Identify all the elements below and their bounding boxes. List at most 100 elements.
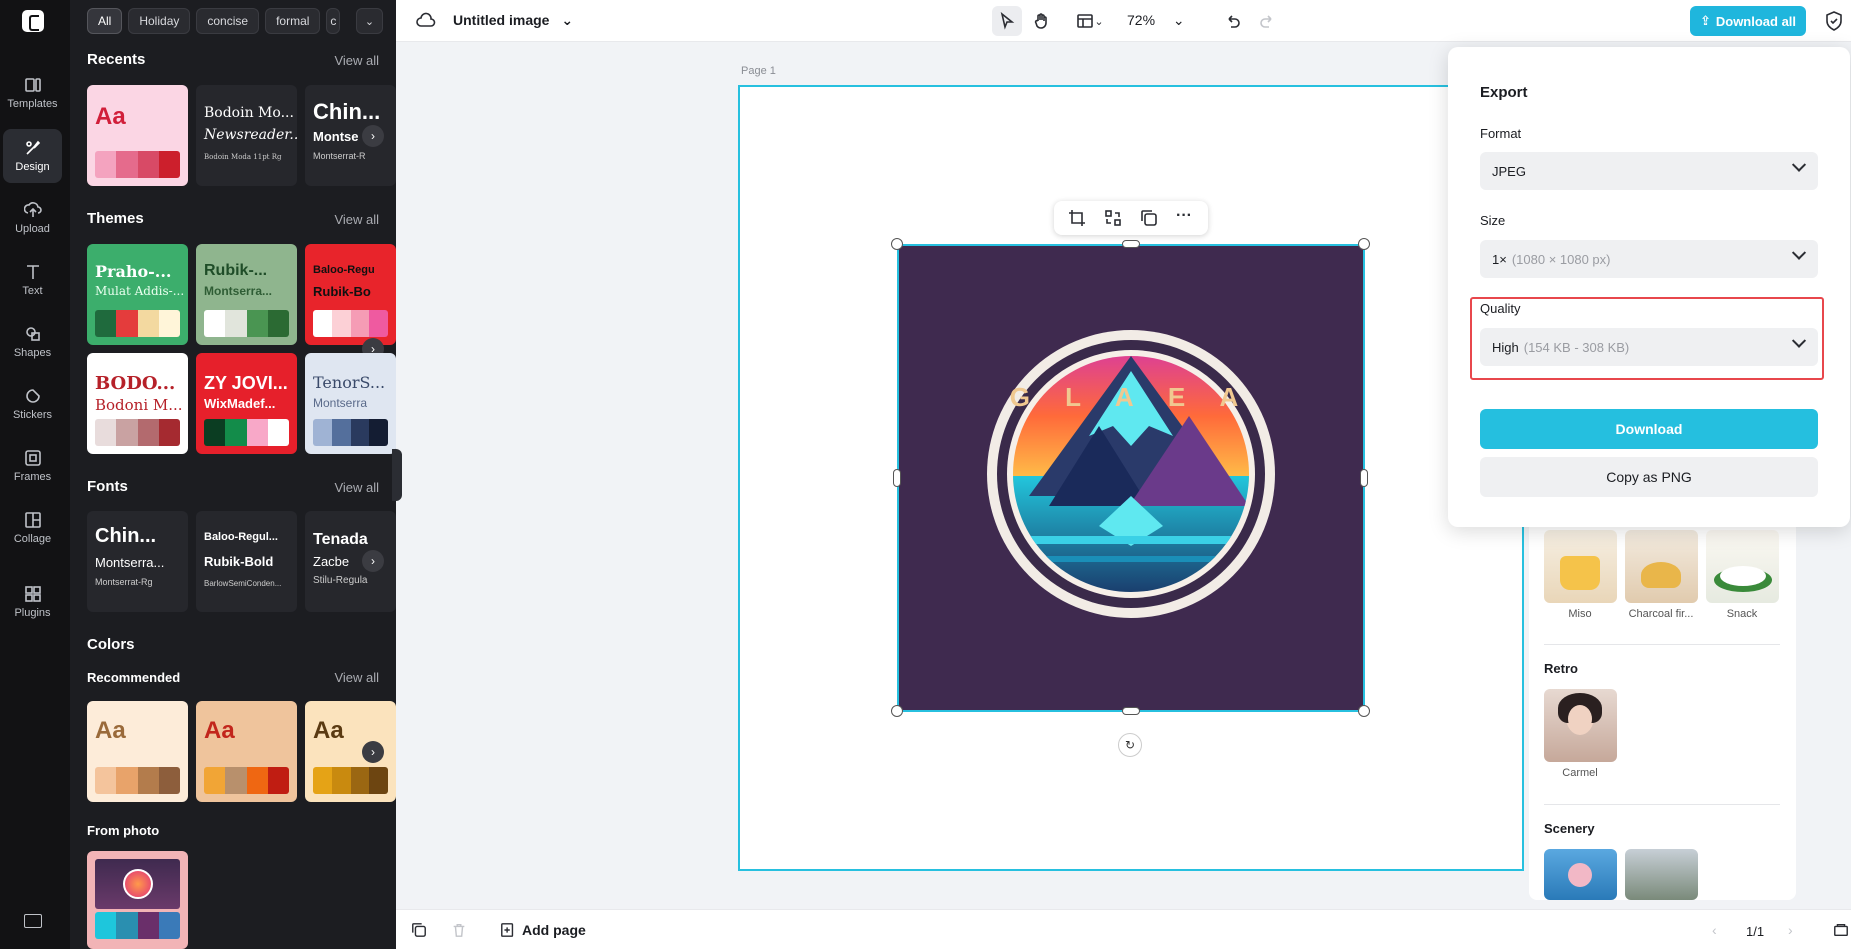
theme-card-4[interactable]: BODO... Bodoni M... — [87, 353, 188, 454]
card-line-1: BODO... — [95, 373, 176, 394]
rail-item-templates[interactable]: Templates — [3, 66, 62, 120]
chip-holiday[interactable]: Holiday — [128, 8, 191, 34]
style-thumb-scenery-1[interactable] — [1544, 849, 1617, 900]
replace-icon[interactable] — [1104, 209, 1122, 227]
colors-view-all[interactable]: View all — [334, 670, 379, 685]
download-button[interactable]: Download — [1480, 409, 1818, 449]
color-card-1[interactable]: Aa — [87, 701, 188, 802]
style-thumb-miso[interactable] — [1544, 530, 1617, 603]
resize-handle-br[interactable] — [1358, 705, 1370, 717]
rail-item-frames[interactable]: Frames — [3, 439, 62, 493]
resize-handle-bottom[interactable] — [1122, 707, 1140, 715]
hand-tool[interactable] — [1027, 6, 1057, 36]
undo-button[interactable] — [1218, 6, 1248, 36]
resize-handle-bl[interactable] — [891, 705, 903, 717]
app-logo[interactable] — [22, 10, 44, 32]
resize-handle-top[interactable] — [1122, 240, 1140, 248]
fonts-title: Fonts — [87, 478, 128, 495]
color-swatches — [204, 419, 289, 446]
rail-item-stickers[interactable]: Stickers — [3, 377, 62, 431]
zoom-level[interactable]: 72% ⌄ — [1127, 12, 1185, 29]
rail-item-collage[interactable]: Collage — [3, 501, 62, 555]
page-label: Page 1 — [741, 65, 776, 77]
font-card-1[interactable]: Chin... Montserra... Montserrat-Rg — [87, 511, 188, 612]
resize-handle-tl[interactable] — [891, 238, 903, 250]
shield-icon[interactable] — [1825, 11, 1843, 31]
rail-item-shapes[interactable]: Shapes — [3, 315, 62, 369]
keyboard-icon[interactable] — [24, 914, 42, 928]
themes-view-all[interactable]: View all — [334, 212, 379, 227]
font-card-2[interactable]: Baloo-Regul... Rubik-Bold BarlowSemiCond… — [196, 511, 297, 612]
chip-more-partial[interactable]: c — [326, 8, 341, 34]
recents-view-all[interactable]: View all — [334, 53, 379, 68]
more-icon[interactable]: ··· — [1176, 208, 1194, 227]
copy-as-png-button[interactable]: Copy as PNG — [1480, 457, 1818, 497]
resize-handle-tr[interactable] — [1358, 238, 1370, 250]
theme-card-3[interactable]: Baloo-Regu Rubik-Bo — [305, 244, 396, 345]
redo-button[interactable] — [1252, 6, 1282, 36]
chevron-right-icon[interactable]: › — [1788, 922, 1793, 938]
card-line-1: Bodoin Mo... — [204, 105, 294, 121]
size-label: Size — [1480, 213, 1506, 228]
chevron-right-icon[interactable]: › — [362, 125, 384, 147]
style-thumb-carmel[interactable] — [1544, 689, 1617, 762]
color-card-2[interactable]: Aa — [196, 701, 297, 802]
recommended-title: Recommended — [87, 670, 181, 685]
style-thumb-snack[interactable] — [1706, 530, 1779, 603]
rail-item-design[interactable]: Design — [3, 129, 62, 183]
document-title[interactable]: Untitled image ⌄ — [453, 12, 573, 29]
logo-image[interactable]: G L A E A — [897, 244, 1365, 712]
rail-item-upload[interactable]: Upload — [3, 191, 62, 245]
chevron-left-icon[interactable]: ‹ — [1712, 922, 1717, 938]
color-swatches — [95, 912, 180, 939]
resize-handle-left[interactable] — [893, 469, 901, 487]
theme-card-2[interactable]: Rubik-... Montserra... — [196, 244, 297, 345]
color-swatches — [95, 151, 180, 178]
style-thumb-scenery-2[interactable] — [1625, 849, 1698, 900]
chevron-right-icon[interactable]: › — [362, 550, 384, 572]
card-line-2: Bodoni M... — [95, 396, 183, 414]
rotate-icon[interactable]: ↻ — [1118, 733, 1142, 757]
size-select[interactable]: 1× (1080 × 1080 px) — [1480, 240, 1818, 278]
color-swatches — [204, 767, 289, 794]
card-big-text: Aa — [95, 103, 126, 130]
theme-card-5[interactable]: ZY JOVI... WixMadef... — [196, 353, 297, 454]
theme-card-6[interactable]: TenorS... Montserra — [305, 353, 396, 454]
trash-icon[interactable] — [451, 922, 467, 938]
colors-title: Colors — [87, 636, 135, 653]
style-thumb-charcoal[interactable] — [1625, 530, 1698, 603]
download-all-button[interactable]: ⇪ Download all — [1690, 6, 1806, 36]
panel-collapse-handle[interactable] — [392, 449, 402, 501]
crop-icon[interactable] — [1068, 209, 1086, 227]
chevron-down-icon — [1791, 333, 1807, 348]
card-line-1: Chin... — [313, 99, 381, 124]
chip-all[interactable]: All — [87, 8, 123, 34]
chevron-right-icon[interactable]: › — [362, 741, 384, 763]
from-photo-card[interactable] — [87, 851, 188, 949]
quality-label: Quality — [1480, 301, 1521, 316]
pages-icon[interactable] — [1833, 922, 1849, 938]
recent-card-2[interactable]: Bodoin Mo... Newsreader... Bodoin Moda 1… — [196, 85, 297, 186]
redo-icon — [1260, 15, 1272, 28]
styles-panel: Miso Charcoal fir... Snack Retro Carmel … — [1529, 520, 1796, 900]
duplicate-icon[interactable] — [1140, 209, 1158, 227]
fonts-view-all[interactable]: View all — [334, 480, 379, 495]
hand-icon — [1034, 13, 1047, 29]
resize-handle-right[interactable] — [1360, 469, 1368, 487]
duplicate-page-icon[interactable] — [411, 922, 427, 938]
rail-item-plugins[interactable]: Plugins — [3, 575, 62, 629]
quality-select[interactable]: High (154 KB - 308 KB) — [1480, 328, 1818, 366]
recent-card-1[interactable]: Aa — [87, 85, 188, 186]
chip-concise[interactable]: concise — [196, 8, 260, 34]
chip-formal[interactable]: formal — [265, 8, 321, 34]
format-select[interactable]: JPEG — [1480, 152, 1818, 190]
style-label-charcoal: Charcoal fir... — [1628, 608, 1694, 620]
select-tool[interactable] — [992, 6, 1022, 36]
chevron-down-icon[interactable]: ⌄ — [356, 8, 383, 34]
cloud-icon[interactable] — [416, 12, 436, 30]
upload-icon: ⇪ — [1699, 13, 1711, 28]
add-page-button[interactable]: Add page — [500, 922, 586, 938]
theme-card-1[interactable]: Praho-... Mulat Addis-... — [87, 244, 188, 345]
rail-item-text[interactable]: Text — [3, 253, 62, 307]
layout-tool[interactable]: ⌄ — [1068, 6, 1112, 36]
